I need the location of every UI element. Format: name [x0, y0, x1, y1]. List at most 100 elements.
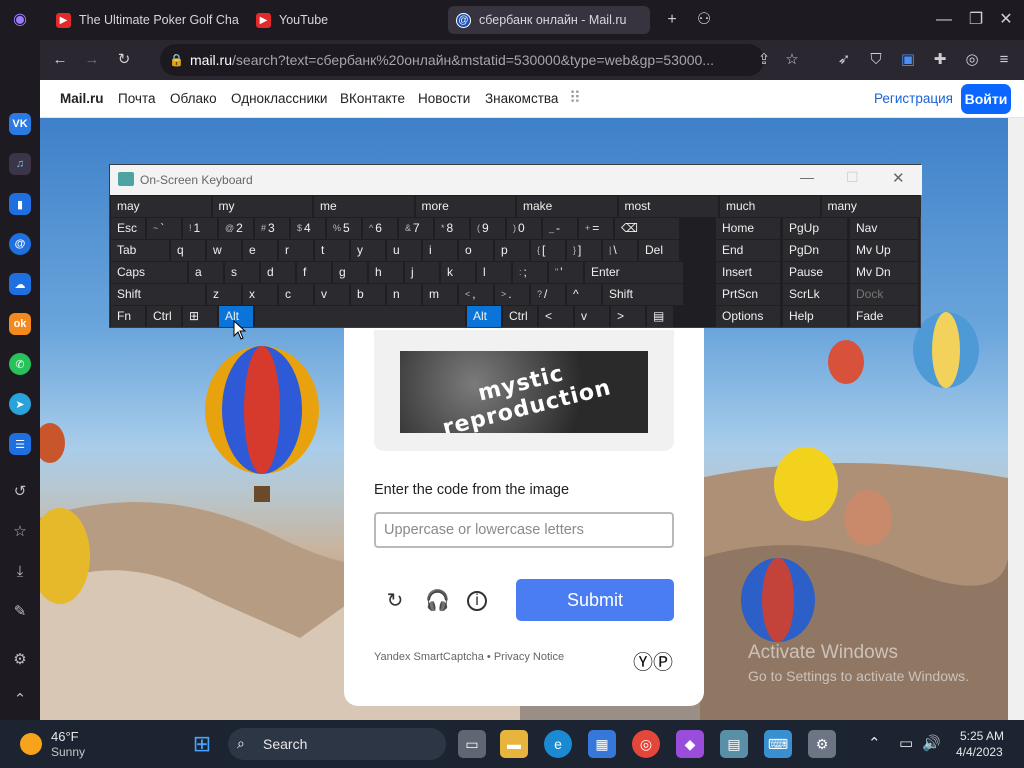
key-r[interactable]: r [279, 240, 313, 261]
captcha-code-input[interactable] [374, 512, 674, 548]
key-windows[interactable]: ⊞ [183, 306, 217, 327]
key-e[interactable]: e [243, 240, 277, 261]
share-icon[interactable]: ⇪ [752, 48, 776, 72]
key-pgup[interactable]: PgUp [783, 218, 847, 239]
key-o[interactable]: o [459, 240, 493, 261]
key-mv-up[interactable]: Mv Up [850, 240, 918, 261]
key-v[interactable]: v [315, 284, 349, 305]
key-6[interactable]: ^ 6 [363, 218, 397, 239]
key-7[interactable]: & 7 [399, 218, 433, 239]
ok-icon[interactable]: ok [9, 313, 31, 335]
key-5[interactable]: % 5 [327, 218, 361, 239]
key-tab[interactable]: Tab [111, 240, 169, 261]
key-[[interactable]: {[ [531, 240, 565, 261]
key-pgdn[interactable]: PgDn [783, 240, 847, 261]
weather-desc[interactable]: Sunny [51, 745, 85, 759]
history-icon[interactable]: ↺ [9, 481, 31, 503]
back-icon[interactable]: ← [48, 48, 72, 72]
key-g[interactable]: g [333, 262, 367, 283]
close-window-icon[interactable]: ✕ [994, 8, 1018, 32]
bookmark-star-icon[interactable]: ☆ [780, 48, 804, 72]
shield-icon[interactable]: ⛉ [864, 48, 888, 72]
address-bar[interactable]: 🔒 mail.ru/search?text=сбербанк%20онлайн&m… [160, 44, 764, 76]
whatsapp-icon[interactable]: ✆ [9, 353, 31, 375]
key-;[interactable]: :; [513, 262, 547, 283]
key-q[interactable]: q [171, 240, 205, 261]
key-f[interactable]: f [297, 262, 331, 283]
register-link[interactable]: Регистрация [874, 91, 953, 106]
key-caps[interactable]: Caps [111, 262, 187, 283]
key-=[interactable]: + = [579, 218, 613, 239]
download-icon[interactable]: ⤓ [9, 561, 31, 583]
key-^[interactable]: ^ [567, 284, 601, 305]
key-fn[interactable]: Fn [111, 306, 145, 327]
prediction-my[interactable]: my [212, 196, 312, 217]
key-`[interactable]: ~ ` [147, 218, 181, 239]
weather-sun-icon[interactable] [20, 733, 42, 755]
osk-taskbar-icon[interactable]: ⌨ [764, 730, 792, 758]
profile-icon[interactable]: ◎ [960, 48, 984, 72]
key-del[interactable]: Del [639, 240, 679, 261]
key-,[interactable]: <, [459, 284, 493, 305]
key-2[interactable]: @2 [219, 218, 253, 239]
key-u[interactable]: u [387, 240, 421, 261]
key-j[interactable]: j [405, 262, 439, 283]
cloud-icon[interactable]: ☁ [9, 273, 31, 295]
key-dock[interactable]: Dock [850, 284, 918, 305]
edge-icon[interactable]: e [544, 730, 572, 758]
space-key[interactable] [255, 306, 465, 327]
stats-icon[interactable]: ▮ [9, 193, 31, 215]
key-esc[interactable]: Esc [111, 218, 145, 239]
key-a[interactable]: a [189, 262, 223, 283]
browser-taskbar-icon[interactable]: ◆ [676, 730, 704, 758]
osk-minimize-icon[interactable]: — [800, 169, 814, 185]
telegram-icon[interactable]: ➤ [9, 393, 31, 415]
key-help[interactable]: Help [783, 306, 847, 327]
list-icon[interactable]: ☰ [9, 433, 31, 455]
key-<[interactable]: < [539, 306, 573, 327]
reload-icon[interactable]: ↻ [112, 48, 136, 72]
restore-icon[interactable]: ❐ [964, 8, 988, 32]
login-button[interactable]: Войти [961, 84, 1011, 114]
minimize-icon[interactable]: — [932, 8, 956, 32]
key-scrlk[interactable]: ScrLk [783, 284, 847, 305]
vk-icon[interactable]: VK [9, 113, 31, 135]
key-alt[interactable]: Alt [467, 306, 501, 327]
key-ctrl[interactable]: Ctrl [147, 306, 181, 327]
prediction-most[interactable]: most [618, 196, 718, 217]
key-][interactable]: }] [567, 240, 601, 261]
network-icon[interactable]: ▭ [899, 734, 913, 752]
key-insert[interactable]: Insert [716, 262, 780, 283]
extensions-icon[interactable]: ✚ [928, 48, 952, 72]
prediction-make[interactable]: make [517, 196, 617, 217]
browser-logo-icon[interactable]: ◉ [8, 8, 32, 32]
page-scrollbar[interactable] [1008, 118, 1024, 720]
key-t[interactable]: t [315, 240, 349, 261]
rocket-icon[interactable]: ➶ [832, 48, 856, 72]
key-d[interactable]: d [261, 262, 295, 283]
key-⌫[interactable]: ⌫ [615, 218, 679, 239]
osk-close-icon[interactable]: ✕ [892, 169, 905, 187]
key-.[interactable]: >. [495, 284, 529, 305]
key-x[interactable]: x [243, 284, 277, 305]
key-w[interactable]: w [207, 240, 241, 261]
nav-vkontakte[interactable]: ВКонтакте [340, 91, 405, 106]
key-n[interactable]: n [387, 284, 421, 305]
key-3[interactable]: #3 [255, 218, 289, 239]
key-b[interactable]: b [351, 284, 385, 305]
mailru-logo[interactable]: Mail.ru [60, 91, 104, 106]
key-1[interactable]: ! 1 [183, 218, 217, 239]
key-options[interactable]: Options [716, 306, 780, 327]
key-mv-dn[interactable]: Mv Dn [850, 262, 918, 283]
settings-icon[interactable]: ⚙ [9, 649, 31, 671]
windows-start-icon[interactable]: ⊞ [188, 730, 216, 758]
settings-taskbar-icon[interactable]: ⚙ [808, 730, 836, 758]
key-pause[interactable]: Pause [783, 262, 847, 283]
submit-button[interactable]: Submit [516, 579, 674, 621]
key-v[interactable]: v [575, 306, 609, 327]
key-enter[interactable]: Enter [585, 262, 683, 283]
key-shift[interactable]: Shift [111, 284, 205, 305]
key-8[interactable]: * 8 [435, 218, 469, 239]
nav-novosti[interactable]: Новости [418, 91, 470, 106]
key-home[interactable]: Home [716, 218, 780, 239]
